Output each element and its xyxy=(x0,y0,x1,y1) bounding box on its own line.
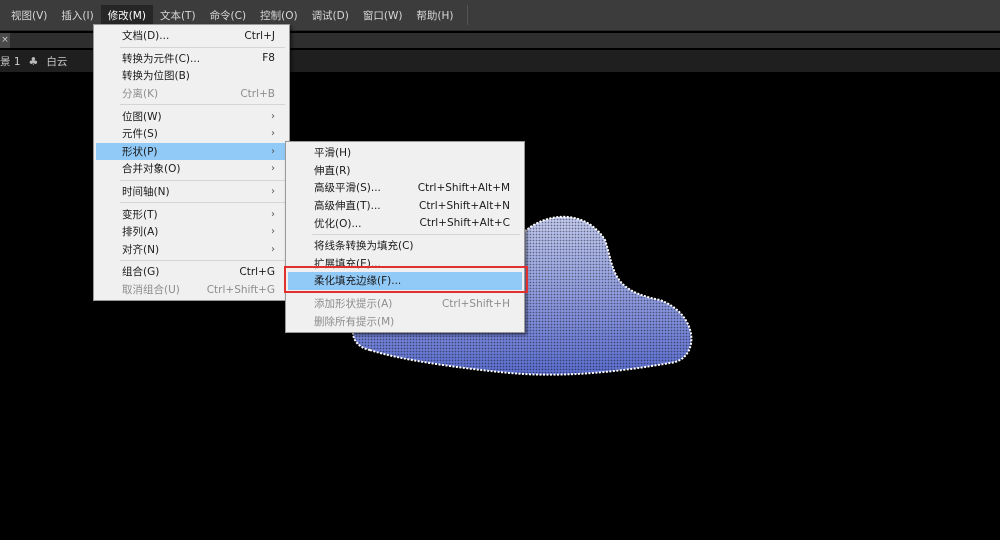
menu-item[interactable]: 文档(D)... Ctrl+J xyxy=(96,27,287,45)
chevron-right-icon: › xyxy=(271,226,275,238)
menu-item-label: 取消组合(U) xyxy=(122,284,180,297)
scene-label[interactable]: 景 1 xyxy=(0,54,21,69)
menu-item[interactable]: 转换为位图(B) xyxy=(96,67,287,85)
menu-item[interactable]: 合并对象(O) › xyxy=(96,160,287,178)
chevron-right-icon: › xyxy=(271,186,275,198)
menu-item[interactable]: 取消组合(U) Ctrl+Shift+G xyxy=(96,281,287,299)
menu-item-label: 优化(O)... xyxy=(314,217,362,230)
chevron-right-icon: › xyxy=(271,243,275,255)
menu-item[interactable]: 高级平滑(S)... Ctrl+Shift+Alt+M xyxy=(288,179,522,197)
menubar-divider xyxy=(466,5,468,25)
menu-item-label: 高级平滑(S)... xyxy=(314,182,381,195)
menu-item-label: 排列(A) xyxy=(122,226,159,239)
menu-item[interactable]: 组合(G) Ctrl+G xyxy=(96,263,287,281)
menu-item[interactable]: 将线条转换为填充(C) xyxy=(288,237,522,255)
menu-item[interactable]: 位图(W) › xyxy=(96,107,287,125)
highlight-callout-box xyxy=(284,266,528,293)
chevron-right-icon: › xyxy=(271,208,275,220)
menu-item[interactable]: 删除所有提示(M) xyxy=(288,312,522,330)
menu-item-label: 文档(D)... xyxy=(122,30,170,43)
menu-separator xyxy=(120,46,285,48)
menu-separator xyxy=(120,260,285,262)
menu-item[interactable]: 分离(K) Ctrl+B xyxy=(96,85,287,103)
menu-item-shortcut: Ctrl+B xyxy=(240,87,275,100)
menu-item-label: 变形(T) xyxy=(122,208,158,221)
graphic-symbol-icon: ♣ xyxy=(28,54,39,68)
menu-item[interactable]: 添加形状提示(A) Ctrl+Shift+H xyxy=(288,295,522,313)
menu-item-label: 转换为位图(B) xyxy=(122,70,190,83)
menu-item-label: 分离(K) xyxy=(122,88,159,101)
menu-item[interactable]: 变形(T) › xyxy=(96,205,287,223)
chevron-right-icon: › xyxy=(271,110,275,122)
menu-item-label: 平滑(H) xyxy=(314,147,352,160)
menu-item-shortcut: F8 xyxy=(262,52,275,65)
symbol-breadcrumb[interactable]: 白云 xyxy=(46,54,67,69)
menu-item[interactable]: 优化(O)... Ctrl+Shift+Alt+C xyxy=(288,214,522,232)
menu-item-shortcut: Ctrl+Shift+Alt+C xyxy=(419,217,511,230)
menu-item[interactable]: 元件(S) › xyxy=(96,125,287,143)
menu-item[interactable]: 伸直(R) xyxy=(288,162,522,180)
menu-item[interactable]: 形状(P) › xyxy=(96,142,287,161)
chevron-right-icon: › xyxy=(271,128,275,140)
menu-item-label: 时间轴(N) xyxy=(122,186,170,199)
shape-submenu: 平滑(H) 伸直(R) 高级平滑(S)... Ctrl+Shift+Alt+M 高级伸直… xyxy=(285,141,525,333)
menu-item[interactable]: 平滑(H) xyxy=(288,144,522,162)
menu-item[interactable]: 对齐(N) › xyxy=(96,241,287,259)
menu-item[interactable]: 排列(A) › xyxy=(96,223,287,241)
menu-item-label: 伸直(R) xyxy=(314,164,351,177)
menu-item-shortcut: Ctrl+Shift+Alt+N xyxy=(418,199,510,212)
chevron-right-icon: › xyxy=(271,145,275,157)
menu-item-shortcut: Ctrl+Shift+G xyxy=(206,283,275,296)
menu-separator xyxy=(120,179,285,181)
menu-item-label: 形状(P) xyxy=(122,145,158,158)
menu-item-shortcut: Ctrl+Shift+Alt+M xyxy=(417,181,510,194)
menu-0[interactable]: 视图(V) xyxy=(4,5,54,27)
menu-8[interactable]: 帮助(H) xyxy=(409,5,460,27)
menu-6[interactable]: 调试(D) xyxy=(305,5,356,27)
menu-separator xyxy=(120,104,285,106)
menu-7[interactable]: 窗口(W) xyxy=(356,5,410,27)
close-tab-icon[interactable]: × xyxy=(0,33,10,48)
menu-item[interactable]: 转换为元件(C)... F8 xyxy=(96,50,287,68)
menu-item-shortcut: Ctrl+G xyxy=(239,265,275,278)
menu-separator xyxy=(312,233,520,235)
menu-item-label: 将线条转换为填充(C) xyxy=(314,240,414,253)
menu-separator xyxy=(120,202,285,204)
menu-item-shortcut: Ctrl+Shift+H xyxy=(441,297,510,310)
menu-item-label: 添加形状提示(A) xyxy=(314,298,393,311)
menu-item[interactable]: 时间轴(N) › xyxy=(96,183,287,201)
menu-item-label: 对齐(N) xyxy=(122,243,160,256)
menu-item-label: 高级伸直(T)... xyxy=(314,200,381,213)
menu-item-label: 合并对象(O) xyxy=(122,163,181,176)
chevron-right-icon: › xyxy=(271,163,275,175)
menu-item-shortcut: Ctrl+J xyxy=(244,29,275,42)
menu-item[interactable]: 高级伸直(T)... Ctrl+Shift+Alt+N xyxy=(288,197,522,215)
menu-item-label: 元件(S) xyxy=(122,128,158,141)
menu-item-label: 删除所有提示(M) xyxy=(314,315,395,328)
menu-item-label: 组合(G) xyxy=(122,266,160,279)
menu-item-label: 转换为元件(C)... xyxy=(122,52,201,65)
modify-menu: 文档(D)... Ctrl+J 转换为元件(C)... F8 转换为位图(B) 分离(K)… xyxy=(93,24,290,302)
menu-item-label: 位图(W) xyxy=(122,110,162,123)
